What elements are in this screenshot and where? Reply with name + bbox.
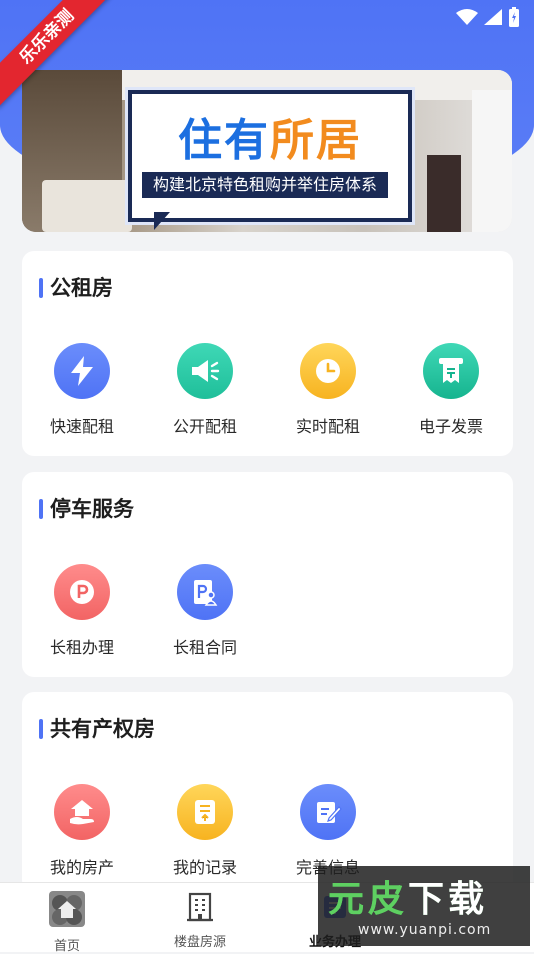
section-title-parking: 停车服务 xyxy=(39,496,134,522)
parking-icon xyxy=(54,564,110,620)
long-rent-apply-item[interactable]: 长租办理 xyxy=(22,564,142,658)
banner-sign-tail xyxy=(154,212,170,230)
banner-room-bed xyxy=(42,180,132,232)
building-icon xyxy=(187,892,213,922)
watermark-logo-part-a: 元皮 xyxy=(328,879,409,920)
invoice-icon xyxy=(423,343,479,399)
watermark-logo-part-b: 下载 xyxy=(408,879,489,920)
quick-rental-item[interactable]: 快速配租 xyxy=(22,343,142,437)
parking-contract-icon xyxy=(177,564,233,620)
edit-form-icon xyxy=(300,784,356,840)
hero-banner[interactable]: 住有所居 构建北京特色租购并举住房体系 xyxy=(22,70,512,232)
my-property-label: 我的房产 xyxy=(49,858,114,877)
open-rental-label: 公开配租 xyxy=(172,417,237,436)
my-record-label: 我的记录 xyxy=(172,858,237,877)
section-title-shared-property: 共有产权房 xyxy=(39,716,155,742)
quick-rental-label: 快速配租 xyxy=(49,417,114,436)
home-icon xyxy=(49,891,85,927)
realtime-rental-label: 实时配租 xyxy=(295,417,360,436)
banner-sign: 住有所居 构建北京特色租购并举住房体系 xyxy=(128,90,412,230)
my-property-item[interactable]: 我的房产 xyxy=(22,784,142,878)
megaphone-icon xyxy=(177,343,233,399)
watermark-logo-title: 元皮下载 xyxy=(328,870,488,922)
banner-title: 住有所居 xyxy=(132,104,408,168)
wifi-icon xyxy=(456,9,478,25)
tab-buildings-label: 楼盘房源 xyxy=(173,935,226,950)
banner-room-door xyxy=(427,155,461,232)
long-rent-contract-label: 长租合同 xyxy=(172,638,237,657)
watermark-logo: 元皮下载 www.yuanpi.com xyxy=(318,866,530,946)
section-title-public-rental: 公租房 xyxy=(39,275,113,301)
parking-card: 停车服务 长租办理 长租合同 xyxy=(22,472,513,677)
lightning-icon xyxy=(54,343,110,399)
complete-info-item[interactable]: 完善信息 xyxy=(268,784,388,878)
banner-room-pillar xyxy=(472,90,512,232)
realtime-rental-item[interactable]: 实时配租 xyxy=(268,343,388,437)
status-bar xyxy=(456,6,520,28)
record-icon xyxy=(177,784,233,840)
my-record-item[interactable]: 我的记录 xyxy=(145,784,265,878)
banner-title-part-b: 所居 xyxy=(270,115,362,166)
long-rent-apply-label: 长租办理 xyxy=(49,638,114,657)
e-invoice-label: 电子发票 xyxy=(418,417,483,436)
shared-property-card: 共有产权房 我的房产 我的记录 完善信息 xyxy=(22,692,513,892)
watermark-url: www.yuanpi.com xyxy=(358,922,492,938)
public-rental-card: 公租房 快速配租 公开配租 实时配租 电子发票 xyxy=(22,251,513,456)
house-hand-icon xyxy=(54,784,110,840)
tab-home[interactable]: 首页 xyxy=(17,891,117,954)
tab-buildings[interactable]: 楼盘房源 xyxy=(150,891,250,950)
clock-icon xyxy=(300,343,356,399)
banner-title-part-a: 住有 xyxy=(178,115,270,166)
e-invoice-item[interactable]: 电子发票 xyxy=(391,343,511,437)
banner-subtitle: 构建北京特色租购并举住房体系 xyxy=(142,172,388,198)
long-rent-contract-item[interactable]: 长租合同 xyxy=(145,564,265,658)
tab-home-label: 首页 xyxy=(53,939,80,954)
signal-icon xyxy=(484,9,502,25)
open-rental-item[interactable]: 公开配租 xyxy=(145,343,265,437)
battery-icon xyxy=(509,7,519,27)
